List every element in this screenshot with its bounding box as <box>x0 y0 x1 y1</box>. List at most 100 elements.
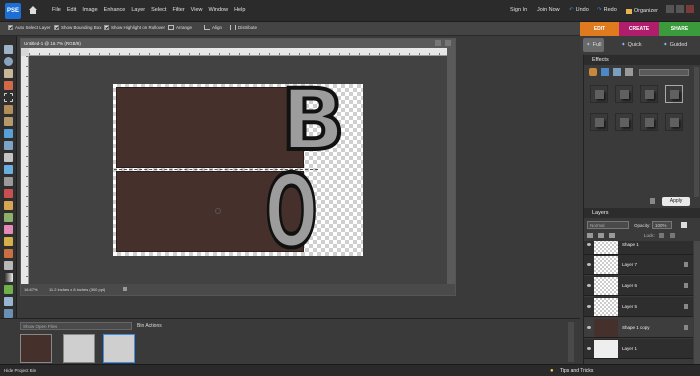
align-menu[interactable]: Align <box>204 25 222 30</box>
show-bounding-box-option[interactable]: Show Bounding Box <box>54 25 102 30</box>
brush-tool-icon[interactable] <box>4 237 13 246</box>
visibility-eye-icon[interactable] <box>587 305 591 308</box>
paint-bucket-tool-icon[interactable] <box>4 261 13 270</box>
zoom-tool-icon[interactable] <box>4 57 13 66</box>
submode-full[interactable]: ✦ Full <box>583 38 605 52</box>
menu-view[interactable]: View <box>191 7 203 17</box>
menu-enhance[interactable]: Enhance <box>104 7 126 17</box>
visibility-eye-icon[interactable] <box>587 243 591 246</box>
layers-header[interactable]: Layers <box>584 208 700 218</box>
layer-styles-icon[interactable] <box>601 68 609 76</box>
all-effects-icon[interactable] <box>625 68 633 76</box>
show-highlight-option[interactable]: Show Highlight on Rollover <box>104 25 165 30</box>
visibility-eye-icon[interactable] <box>587 347 591 350</box>
undo-button[interactable]: ↶ Undo <box>569 7 589 13</box>
menu-window[interactable]: Window <box>209 7 229 17</box>
layers-menu-icon[interactable] <box>681 222 687 228</box>
close-button[interactable] <box>686 5 694 13</box>
effects-scrollbar[interactable] <box>694 67 699 197</box>
effect-swatch[interactable] <box>615 113 633 131</box>
auto-select-layer-option[interactable]: Auto Select Layer <box>8 25 51 30</box>
eraser-tool-icon[interactable] <box>4 225 13 234</box>
tab-share[interactable]: SHARE <box>659 22 700 36</box>
submode-quick[interactable]: ✦ Quick <box>618 38 645 52</box>
tab-edit[interactable]: EDIT <box>580 22 619 36</box>
menu-filter[interactable]: Filter <box>172 7 184 17</box>
home-icon[interactable] <box>28 5 38 15</box>
selection-brush-tool-icon[interactable] <box>4 129 13 138</box>
submode-guided[interactable]: ✦ Guided <box>660 38 690 52</box>
photo-effects-icon[interactable] <box>613 68 621 76</box>
layer-row[interactable]: Layer 1 <box>584 339 693 359</box>
eyedropper-tool-icon[interactable] <box>4 81 13 90</box>
tips-and-tricks-link[interactable]: Tips and Tricks <box>560 368 593 374</box>
status-arrow-icon[interactable] <box>123 287 127 291</box>
organizer-button[interactable]: Organizer <box>626 4 658 18</box>
bin-actions-menu[interactable]: Bin Actions <box>137 323 162 329</box>
opacity-input[interactable]: 100% <box>652 221 672 229</box>
layer-row[interactable]: Layer 6 <box>584 276 693 296</box>
lock-all-icon[interactable] <box>659 233 664 238</box>
maximize-button[interactable] <box>676 5 684 13</box>
distribute-menu[interactable]: Distribute <box>230 25 257 30</box>
vertical-scrollbar[interactable] <box>447 48 455 284</box>
crop-tool-icon[interactable] <box>4 153 13 162</box>
transform-center-icon[interactable] <box>215 208 221 214</box>
letter-b[interactable]: B <box>279 76 347 164</box>
hide-project-bin-link[interactable]: Hide Project Bin <box>4 368 36 373</box>
bin-thumbnail-selected[interactable] <box>103 334 135 363</box>
layer-row[interactable]: Shape 1 <box>584 241 693 255</box>
close-doc-button[interactable] <box>445 40 451 46</box>
bin-scrollbar[interactable] <box>568 322 574 362</box>
effect-swatch[interactable] <box>615 85 633 103</box>
straighten-tool-icon[interactable] <box>4 177 13 186</box>
marquee-tool-icon[interactable] <box>4 93 13 102</box>
hand-tool-icon[interactable] <box>4 69 13 78</box>
visibility-eye-icon[interactable] <box>587 263 591 266</box>
layer-row[interactable]: Layer 7 <box>584 255 693 275</box>
sponge-tool-icon[interactable] <box>4 309 13 318</box>
layer-row-selected[interactable]: Shape 1 copy <box>584 318 693 338</box>
menu-select[interactable]: Select <box>151 7 166 17</box>
join-now-link[interactable]: Join Now <box>537 7 560 13</box>
letter-o[interactable]: O <box>264 160 319 264</box>
bin-thumbnail[interactable] <box>20 334 52 363</box>
effect-swatch[interactable] <box>665 113 683 131</box>
visibility-eye-icon[interactable] <box>587 284 591 287</box>
shape-tool-icon[interactable] <box>4 285 13 294</box>
blur-tool-icon[interactable] <box>4 297 13 306</box>
lock-transparency-icon[interactable] <box>670 233 675 238</box>
smart-brush-tool-icon[interactable] <box>4 249 13 258</box>
menu-layer[interactable]: Layer <box>131 7 145 17</box>
image-canvas[interactable]: B O <box>113 76 363 264</box>
sign-in-link[interactable]: Sign In <box>510 7 527 13</box>
minimize-button[interactable] <box>666 5 674 13</box>
zoom-level[interactable]: 16.67% <box>24 287 38 292</box>
tab-create[interactable]: CREATE <box>619 22 659 36</box>
red-eye-tool-icon[interactable] <box>4 189 13 198</box>
new-layer-icon[interactable] <box>587 233 593 238</box>
menu-file[interactable]: File <box>52 7 61 17</box>
effect-swatch[interactable] <box>590 85 608 103</box>
redo-button[interactable]: ↷ Redo <box>597 7 617 13</box>
magic-wand-tool-icon[interactable] <box>4 117 13 126</box>
minimize-doc-button[interactable] <box>435 40 441 46</box>
delete-layer-icon[interactable] <box>609 233 615 238</box>
lasso-tool-icon[interactable] <box>4 105 13 114</box>
effect-swatch-selected[interactable] <box>665 85 683 103</box>
blend-mode-select[interactable]: Normal <box>587 221 629 229</box>
layer-row[interactable]: Layer 5 <box>584 297 693 317</box>
refine-edge-tool-icon[interactable] <box>4 141 13 150</box>
healing-brush-tool-icon[interactable] <box>4 201 13 210</box>
adjustment-layer-icon[interactable] <box>598 233 604 238</box>
document-info[interactable]: 11.2 inches x 8 inches (300 ppi) <box>49 287 105 292</box>
trash-icon[interactable] <box>650 198 655 204</box>
effects-header[interactable]: Effects <box>584 55 700 65</box>
menu-help[interactable]: Help <box>234 7 245 17</box>
bin-source-select[interactable]: Show Open Files <box>20 322 132 330</box>
clone-stamp-tool-icon[interactable] <box>4 213 13 222</box>
visibility-eye-icon[interactable] <box>587 326 591 329</box>
filters-icon[interactable] <box>589 68 597 76</box>
arrange-menu[interactable]: Arrange <box>168 25 192 30</box>
effect-swatch[interactable] <box>590 113 608 131</box>
